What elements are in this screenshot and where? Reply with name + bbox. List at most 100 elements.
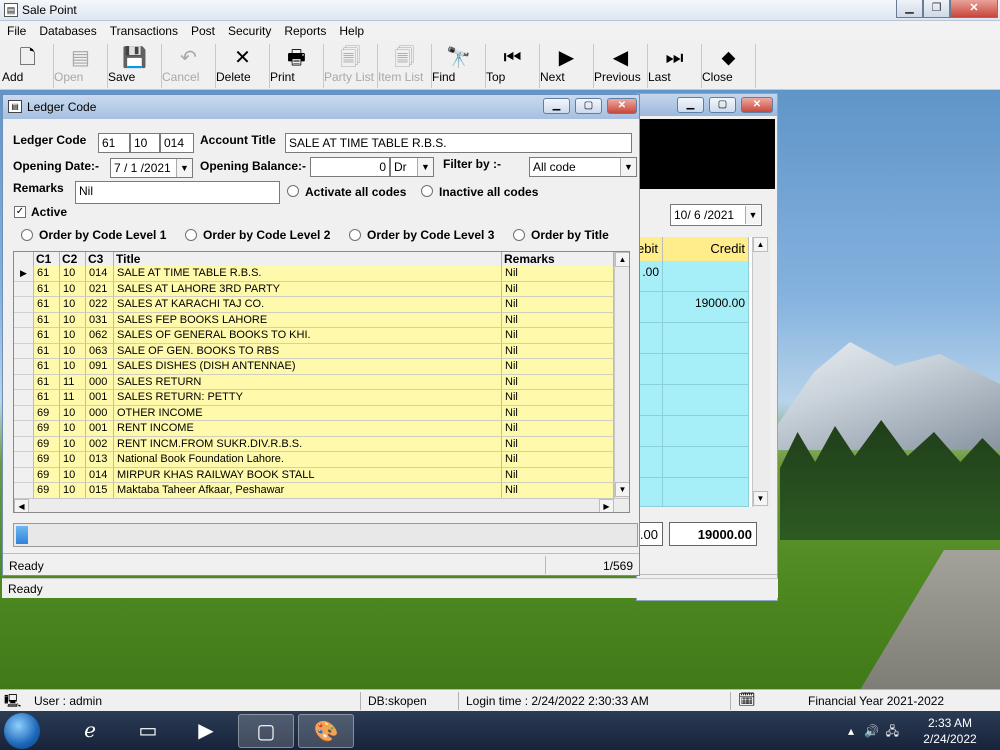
table-cell-title[interactable]: RENT INCOME xyxy=(114,421,502,437)
table-cell-c1[interactable]: 61 xyxy=(34,328,60,344)
table-cell-remarks[interactable]: Nil xyxy=(502,452,614,468)
next-button[interactable]: ▶ Next xyxy=(540,44,594,88)
order-title-radio[interactable] xyxy=(513,229,525,241)
credit-cell[interactable] xyxy=(663,385,749,416)
table-cell-remarks[interactable]: Nil xyxy=(502,467,614,483)
table-cell-c3[interactable]: 062 xyxy=(86,328,114,344)
show-hidden-icons-icon[interactable]: ▴ xyxy=(848,724,854,738)
credit-cell[interactable] xyxy=(663,416,749,447)
table-cell-remarks[interactable]: Nil xyxy=(502,297,614,313)
add-button[interactable]: 🗋 Add xyxy=(2,44,54,88)
row-selector[interactable] xyxy=(14,359,34,375)
row-selector[interactable] xyxy=(14,390,34,406)
order-code-level-1-radio[interactable] xyxy=(21,229,33,241)
account-title-field[interactable]: SALE AT TIME TABLE R.B.S. xyxy=(285,133,632,153)
row-selector[interactable] xyxy=(14,436,34,452)
table-row[interactable]: 69 10 000 OTHER INCOME Nil xyxy=(14,405,614,421)
network-icon[interactable]: 🖧 xyxy=(886,724,899,738)
table-row[interactable]: 69 10 013 National Book Foundation Lahore. N… xyxy=(14,452,614,468)
table-cell-remarks[interactable]: Nil xyxy=(502,421,614,437)
table-cell-title[interactable]: SALES DISHES (DISH ANTENNAE) xyxy=(114,359,502,375)
table-cell-c2[interactable]: 10 xyxy=(60,328,86,344)
order-code-level-2-label[interactable]: Order by Code Level 2 xyxy=(203,228,330,242)
print-button[interactable]: 🖶 Print xyxy=(270,44,324,88)
credit-cell[interactable] xyxy=(663,323,749,354)
table-cell-c2[interactable]: 10 xyxy=(60,483,86,499)
table-row[interactable]: 61 10 091 SALES DISHES (DISH ANTENNAE) Nil xyxy=(14,359,614,375)
table-cell-c1[interactable]: 61 xyxy=(34,374,60,390)
table-row[interactable]: 69 10 001 RENT INCOME Nil xyxy=(14,421,614,437)
opening-balance-field[interactable]: 0 xyxy=(310,157,390,177)
table-row[interactable]: 61 10 022 SALES AT KARACHI TAJ CO. Nil xyxy=(14,297,614,313)
scroll-up-icon[interactable]: ▲ xyxy=(753,237,768,252)
minimize-icon[interactable]: ▁ xyxy=(896,0,923,18)
table-cell-c2[interactable]: 10 xyxy=(60,436,86,452)
table-cell-c1[interactable]: 69 xyxy=(34,436,60,452)
table-cell-title[interactable]: SALES RETURN xyxy=(114,374,502,390)
maximize-icon[interactable]: ▢ xyxy=(575,98,602,114)
table-cell-c1[interactable]: 61 xyxy=(34,343,60,359)
volume-icon[interactable]: 🔊 xyxy=(864,724,879,738)
table-cell-c3[interactable]: 013 xyxy=(86,452,114,468)
top-button[interactable]: ⏮ Top xyxy=(486,44,540,88)
close-button[interactable]: ⬥ Close xyxy=(702,44,756,88)
table-cell-c1[interactable]: 69 xyxy=(34,452,60,468)
start-button-icon[interactable] xyxy=(4,713,40,749)
table-cell-title[interactable]: Maktaba Taheer Afkaar, Peshawar xyxy=(114,483,502,499)
table-cell-remarks[interactable]: Nil xyxy=(502,405,614,421)
ledger-horizontal-scrollbar[interactable]: ◀ ▶ xyxy=(14,498,629,512)
menu-file[interactable]: File xyxy=(0,21,32,38)
activate-all-radio[interactable] xyxy=(287,185,299,197)
table-cell-c2[interactable]: 10 xyxy=(60,452,86,468)
close-icon[interactable]: ✕ xyxy=(950,0,998,18)
table-cell-title[interactable]: SALE OF GEN. BOOKS TO RBS xyxy=(114,343,502,359)
table-cell-title[interactable]: MIRPUR KHAS RAILWAY BOOK STALL xyxy=(114,467,502,483)
table-cell-c2[interactable]: 11 xyxy=(60,374,86,390)
table-row[interactable]: 61 11 001 SALES RETURN: PETTY Nil xyxy=(14,390,614,406)
chevron-down-icon[interactable]: ▼ xyxy=(745,206,760,224)
table-cell-remarks[interactable]: Nil xyxy=(502,359,614,375)
table-cell-c2[interactable]: 10 xyxy=(60,297,86,313)
party-list-button[interactable]: 🗐 Party List xyxy=(324,44,378,88)
credit-cell[interactable] xyxy=(663,478,749,507)
table-cell-c2[interactable]: 10 xyxy=(60,405,86,421)
table-cell-remarks[interactable]: Nil xyxy=(502,312,614,328)
debit-cell[interactable] xyxy=(637,478,663,507)
row-selector[interactable] xyxy=(14,297,34,313)
delete-button[interactable]: ✕ Delete xyxy=(216,44,270,88)
current-row-pointer-icon[interactable]: ▶ xyxy=(14,266,34,282)
table-row[interactable]: 61 10 063 SALE OF GEN. BOOKS TO RBS Nil xyxy=(14,343,614,359)
table-cell-remarks[interactable]: Nil xyxy=(502,328,614,344)
credit-cell[interactable]: 19000.00 xyxy=(663,292,749,323)
table-cell-c3[interactable]: 091 xyxy=(86,359,114,375)
open-button[interactable]: ▤ Open xyxy=(54,44,108,88)
table-cell-title[interactable]: OTHER INCOME xyxy=(114,405,502,421)
table-cell-c3[interactable]: 021 xyxy=(86,281,114,297)
table-cell-title[interactable]: SALES OF GENERAL BOOKS TO KHI. xyxy=(114,328,502,344)
table-cell-c1[interactable]: 61 xyxy=(34,266,60,282)
row-selector[interactable] xyxy=(14,281,34,297)
order-code-level-1-label[interactable]: Order by Code Level 1 xyxy=(39,228,166,242)
menu-help[interactable]: Help xyxy=(332,21,370,38)
journal-date-picker[interactable]: 10/ 6 /2021 ▼ xyxy=(670,204,762,226)
table-cell-title[interactable]: SALES AT LAHORE 3RD PARTY xyxy=(114,281,502,297)
table-cell-c3[interactable]: 002 xyxy=(86,436,114,452)
column-header-c1[interactable]: C1 xyxy=(34,252,60,266)
table-cell-title[interactable]: SALES FEP BOOKS LAHORE xyxy=(114,312,502,328)
inactive-all-label[interactable]: Inactive all codes xyxy=(439,185,538,199)
table-cell-title[interactable]: SALE AT TIME TABLE R.B.S. xyxy=(114,266,502,282)
table-cell-c3[interactable]: 063 xyxy=(86,343,114,359)
table-cell-c1[interactable]: 61 xyxy=(34,281,60,297)
debit-cell[interactable] xyxy=(637,447,663,478)
code-level-3-field[interactable]: 014 xyxy=(160,133,194,153)
code-level-1-field[interactable]: 61 xyxy=(98,133,130,153)
column-header-c3[interactable]: C3 xyxy=(86,252,114,266)
active-checkbox[interactable]: ✓ xyxy=(14,206,26,218)
chevron-down-icon[interactable]: ▼ xyxy=(176,159,192,177)
row-selector[interactable] xyxy=(14,343,34,359)
opening-date-picker[interactable]: 7 / 1 /2021 ▼ xyxy=(110,158,193,178)
row-selector[interactable] xyxy=(14,421,34,437)
menu-transactions[interactable]: Transactions xyxy=(103,21,184,38)
table-cell-c3[interactable]: 001 xyxy=(86,390,114,406)
ledger-vertical-scrollbar[interactable]: ▲ ▼ xyxy=(614,252,629,498)
